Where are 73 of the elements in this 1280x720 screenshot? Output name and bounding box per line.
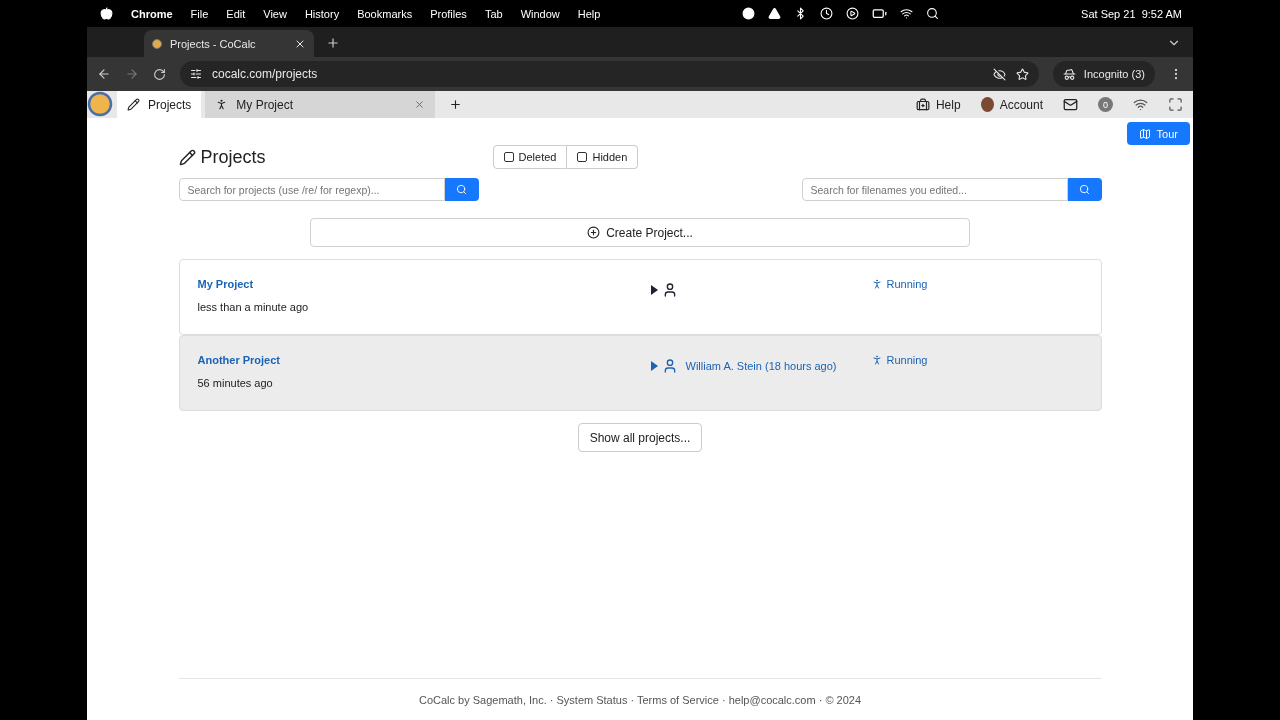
menu-item[interactable]: Chrome: [131, 7, 173, 20]
collaborator-text[interactable]: William A. Stein (18 hours ago): [685, 360, 837, 372]
project-search-field[interactable]: Search for projects (use /re/ for regexp)...: [178, 178, 445, 201]
browser-tab[interactable]: Projects - CoCalc: [144, 30, 314, 57]
project-row[interactable]: My Project less than a minute ago Running: [178, 259, 1102, 335]
bookmark-star-icon[interactable]: [1015, 67, 1029, 81]
search-button[interactable]: [444, 178, 479, 201]
project-status[interactable]: Running: [870, 278, 1083, 290]
pencil-icon: [178, 148, 196, 166]
eye-off-icon[interactable]: [992, 67, 1006, 81]
new-tab-icon[interactable]: [449, 98, 463, 111]
medical-kit-icon: [915, 97, 930, 112]
caret-icon[interactable]: [649, 285, 658, 295]
triangle-icon[interactable]: [768, 7, 782, 20]
project-row[interactable]: Another Project 56 minutes ago William A. Stein (18 hours ago) Running: [178, 335, 1102, 411]
filter-checkbox[interactable]: Hidden: [567, 145, 639, 169]
menu-item[interactable]: Window: [520, 7, 560, 20]
menu-item[interactable]: Profiles: [430, 7, 467, 20]
page-title: Projects: [178, 146, 266, 168]
help-link[interactable]: Help: [905, 91, 971, 118]
menu-item[interactable]: File: [190, 7, 209, 20]
checkbox-icon[interactable]: [577, 152, 588, 162]
account-link[interactable]: Account: [970, 91, 1053, 118]
file-search-field[interactable]: Search for filenames you edited...: [801, 178, 1068, 201]
project-status[interactable]: Running: [870, 354, 1083, 366]
incognito-icon: [1062, 67, 1076, 81]
last-edited-text: 56 minutes ago: [197, 377, 274, 389]
favicon-icon: [152, 38, 162, 49]
wifi-icon[interactable]: [900, 7, 914, 20]
reload-icon[interactable]: [153, 67, 166, 81]
logo-icon[interactable]: [87, 91, 113, 117]
menu-item[interactable]: View: [263, 7, 287, 20]
show-all-button[interactable]: Show all projects...: [577, 423, 703, 452]
mail-icon[interactable]: [1063, 97, 1078, 112]
menu-item[interactable]: Edit: [226, 7, 246, 20]
wifi-icon[interactable]: [1133, 97, 1148, 112]
incognito-button[interactable]: Incognito (3): [1052, 61, 1155, 87]
menu-item[interactable]: Bookmarks: [357, 7, 413, 20]
play-icon[interactable]: [846, 7, 860, 20]
forward-icon[interactable]: [125, 67, 139, 81]
menu-item[interactable]: Tab: [484, 7, 503, 20]
back-icon[interactable]: [97, 67, 111, 81]
fullscreen-icon[interactable]: [1168, 97, 1183, 112]
footer-text: CoCalc by Sagemath, Inc. · System Status · Terms of Service · help@cocalc.com · © 2024: [418, 693, 862, 706]
search-icon[interactable]: [926, 7, 940, 20]
tab-title: Projects - CoCalc: [170, 37, 257, 50]
clock-icon[interactable]: [820, 7, 834, 20]
menu-item[interactable]: Help: [577, 7, 601, 20]
menubar-clock[interactable]: Sat Sep 21 9:52 AM: [1081, 7, 1182, 20]
app-tab[interactable]: Projects: [117, 91, 202, 118]
address-bar[interactable]: cocalc.com/projects: [180, 61, 1039, 87]
tour-button[interactable]: Tour: [1126, 122, 1190, 145]
url-text: cocalc.com/projects: [212, 67, 319, 81]
plus-circle-icon: [587, 226, 601, 239]
app-tab[interactable]: My Project: [205, 91, 436, 118]
notification-count[interactable]: 0: [1098, 97, 1113, 112]
site-settings-icon[interactable]: [190, 68, 202, 80]
pencil-icon: [127, 98, 140, 111]
last-edited-text: less than a minute ago: [197, 301, 310, 313]
create-project-button[interactable]: Create Project...: [310, 218, 970, 247]
search-button[interactable]: [1067, 178, 1102, 201]
menu-item[interactable]: History: [304, 7, 340, 20]
checkbox-icon[interactable]: [503, 152, 514, 162]
map-icon: [1138, 127, 1151, 140]
avatar: [980, 97, 994, 112]
apple-icon[interactable]: [100, 7, 113, 20]
project-name-link[interactable]: My Project: [197, 278, 650, 290]
record-icon[interactable]: [742, 7, 756, 20]
battery-icon[interactable]: [872, 6, 888, 21]
filter-checkbox[interactable]: Deleted: [492, 145, 568, 169]
search-icon: [1079, 184, 1090, 195]
search-icon: [456, 184, 467, 195]
project-name-link[interactable]: Another Project: [197, 354, 650, 366]
